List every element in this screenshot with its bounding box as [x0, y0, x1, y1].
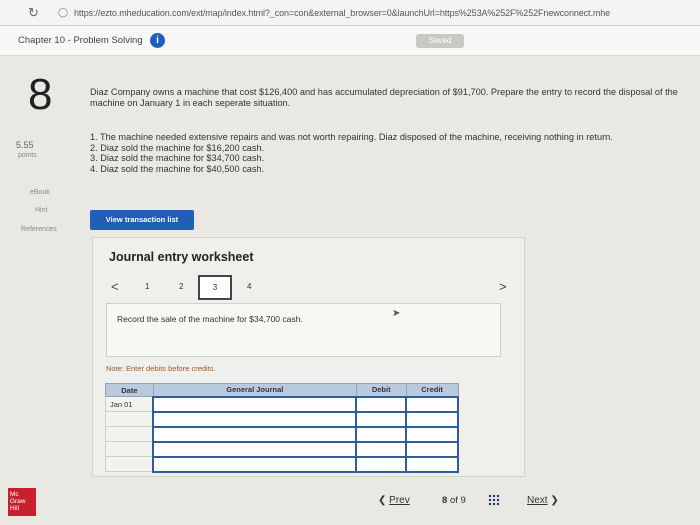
points-value: 5.55	[16, 140, 34, 150]
grid-icon[interactable]	[488, 494, 500, 506]
journal-entry-worksheet: Journal entry worksheet < 1 2 3 4 > Reco…	[92, 237, 525, 477]
situation-item: 1. The machine needed extensive repairs …	[90, 132, 613, 142]
table-row	[105, 410, 459, 428]
debits-note: Note: Enter debits before credits.	[106, 364, 216, 373]
date-cell	[105, 426, 154, 442]
page-of: of 9	[449, 495, 466, 506]
debit-input[interactable]	[355, 410, 408, 428]
table-row	[105, 425, 459, 443]
instruction-box: Record the sale of the machine for $34,7…	[106, 303, 501, 357]
column-header-debit: Debit	[355, 383, 407, 397]
prev-button[interactable]: ❮ Prev	[378, 495, 410, 506]
problem-statement: Diaz Company owns a machine that cost $1…	[90, 87, 678, 108]
next-button[interactable]: Next ❯	[527, 495, 559, 506]
lock-icon: ◯	[58, 7, 69, 17]
debit-input[interactable]	[355, 395, 408, 413]
table-row	[105, 440, 459, 458]
pager-page-4[interactable]: 4	[247, 282, 251, 291]
logo-line: Graw	[10, 498, 26, 505]
pager-page-2[interactable]: 2	[179, 282, 183, 291]
points-label: points	[18, 152, 37, 159]
situations-list: 1. The machine needed extensive repairs …	[90, 132, 613, 174]
prev-label: Prev	[389, 495, 410, 506]
table-row: Jan 01	[105, 395, 459, 413]
situation-item: 2. Diaz sold the machine for $16,200 cas…	[90, 142, 265, 153]
debit-input[interactable]	[355, 440, 408, 458]
reload-icon[interactable]: ↻	[28, 5, 42, 21]
account-input[interactable]	[152, 395, 358, 413]
browser-url-bar: ↻ ◯ https://ezto.mheducation.com/ext/map…	[0, 0, 700, 26]
column-header-general-journal: General Journal	[152, 383, 357, 397]
credit-input[interactable]	[405, 395, 459, 413]
table-row	[105, 455, 459, 473]
account-input[interactable]	[152, 455, 358, 473]
saved-badge: Saved	[416, 34, 464, 48]
chevron-left-icon[interactable]: <	[111, 279, 119, 294]
chevron-right-icon: ❯	[550, 495, 559, 506]
ebook-link[interactable]: eBook	[30, 189, 50, 196]
mcgraw-hill-logo: Mc Graw Hill	[8, 488, 36, 516]
account-input[interactable]	[152, 425, 358, 443]
debit-input[interactable]	[355, 425, 408, 443]
page-current: 8	[442, 495, 448, 506]
logo-line: Mc	[10, 491, 19, 498]
debit-input[interactable]	[355, 455, 408, 473]
table-header-row: Date General Journal Debit Credit	[105, 383, 459, 397]
worksheet-title: Journal entry worksheet	[109, 250, 254, 264]
credit-input[interactable]	[405, 410, 459, 428]
column-header-date: Date	[105, 383, 154, 397]
date-cell	[105, 441, 154, 457]
mouse-cursor-icon: ➤	[392, 308, 401, 319]
worksheet-pager: < 1 2 3 4 >	[107, 275, 517, 303]
chevron-left-icon: ❮	[378, 495, 387, 506]
credit-input[interactable]	[405, 425, 459, 443]
hint-link[interactable]: Hint	[35, 207, 47, 214]
date-cell	[105, 411, 154, 427]
page-indicator: 8 of 9	[442, 495, 466, 506]
account-input[interactable]	[152, 440, 358, 458]
view-transaction-list-button[interactable]: View transaction list	[90, 210, 194, 230]
credit-input[interactable]	[405, 440, 459, 458]
date-cell: Jan 01	[105, 396, 154, 412]
date-cell	[105, 456, 154, 472]
references-link[interactable]: References	[21, 226, 57, 233]
account-input[interactable]	[152, 410, 358, 428]
chapter-title: Chapter 10 - Problem Solving	[18, 35, 143, 46]
app-header: Chapter 10 - Problem Solving i Saved	[0, 26, 700, 56]
situation-item: 4. Diaz sold the machine for $40,500 cas…	[90, 163, 265, 174]
question-number: 8	[28, 70, 53, 119]
chevron-right-icon[interactable]: >	[499, 279, 507, 294]
situation-item: 3. Diaz sold the machine for $34,700 cas…	[90, 153, 265, 163]
next-label: Next	[527, 495, 548, 506]
instruction-text: Record the sale of the machine for $34,7…	[117, 314, 303, 324]
pager-page-3[interactable]: 3	[198, 275, 232, 300]
column-header-credit: Credit	[405, 383, 459, 397]
logo-line: Hill	[10, 505, 20, 512]
info-icon[interactable]: i	[150, 33, 165, 48]
url-text[interactable]: https://ezto.mheducation.com/ext/map/ind…	[74, 8, 694, 18]
credit-input[interactable]	[405, 455, 459, 473]
journal-table: Date General Journal Debit Credit Jan 01	[105, 383, 459, 473]
pager-page-1[interactable]: 1	[145, 282, 149, 291]
